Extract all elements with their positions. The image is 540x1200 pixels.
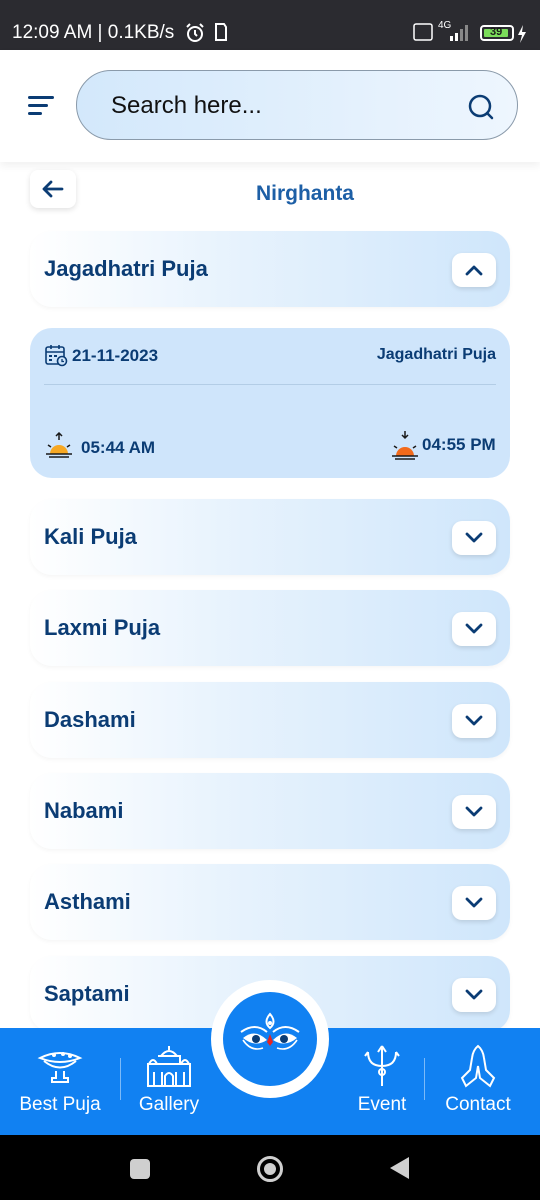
accordion-dashami[interactable]: Dashami bbox=[30, 682, 510, 758]
nav-contact[interactable]: Contact bbox=[430, 1028, 526, 1135]
nav-divider bbox=[424, 1058, 425, 1100]
sunrise-icon bbox=[44, 431, 74, 463]
search-bar[interactable] bbox=[76, 70, 518, 140]
menu-icon[interactable] bbox=[28, 96, 54, 118]
chevron-down-icon bbox=[465, 897, 483, 908]
nav-gallery[interactable]: Gallery bbox=[124, 1028, 214, 1135]
sunrise-time: 05:44 AM bbox=[81, 438, 156, 457]
nav-best-puja-label: Best Puja bbox=[19, 1094, 101, 1115]
trishul-icon bbox=[364, 1045, 400, 1086]
battery-level: 39 bbox=[490, 26, 503, 38]
recent-apps-icon[interactable] bbox=[130, 1159, 150, 1179]
status-time: 12:09 AM | 0.1KB/s bbox=[12, 22, 175, 43]
puja-detail-card: 21-11-2023 Jagadhatri Puja 05:44 AM 04:5… bbox=[30, 328, 510, 478]
sunset-icon bbox=[390, 430, 420, 465]
search-icon[interactable] bbox=[467, 93, 495, 121]
accordion-label: Saptami bbox=[44, 981, 130, 1006]
expand-button[interactable] bbox=[452, 795, 496, 829]
page-title: Nirghanta bbox=[255, 182, 354, 205]
status-bar: 12:09 AM | 0.1KB/s 4G 39 bbox=[0, 0, 540, 50]
home-icon[interactable] bbox=[257, 1156, 283, 1182]
temple-icon bbox=[147, 1046, 191, 1087]
chevron-down-icon bbox=[465, 532, 483, 543]
alarm-icon bbox=[184, 22, 206, 49]
nav-divider bbox=[120, 1058, 121, 1100]
nav-contact-label: Contact bbox=[445, 1094, 511, 1115]
accordion-label: Laxmi Puja bbox=[44, 615, 161, 640]
accordion-kali-puja[interactable]: Kali Puja bbox=[30, 499, 510, 575]
namaste-icon bbox=[460, 1044, 496, 1088]
accordion-label: Jagadhatri Puja bbox=[44, 256, 208, 281]
puja-date: 21-11-2023 bbox=[72, 346, 159, 365]
accordion-nabami[interactable]: Nabami bbox=[30, 773, 510, 849]
accordion-jagadhatri-puja[interactable]: Jagadhatri Puja bbox=[30, 231, 510, 307]
accordion-label: Dashami bbox=[44, 707, 136, 732]
nav-event-label: Event bbox=[357, 1094, 407, 1115]
accordion-label: Kali Puja bbox=[44, 524, 137, 549]
charging-icon bbox=[517, 25, 527, 48]
expand-button[interactable] bbox=[452, 521, 496, 555]
chevron-down-icon bbox=[465, 989, 483, 1000]
expand-button[interactable] bbox=[452, 704, 496, 738]
accordion-laxmi-puja[interactable]: Laxmi Puja bbox=[30, 590, 510, 666]
nav-best-puja[interactable]: Best Puja bbox=[10, 1028, 110, 1135]
sim-icon bbox=[214, 22, 228, 47]
sunset-time: 04:55 PM bbox=[422, 435, 496, 454]
chevron-down-icon bbox=[465, 623, 483, 634]
chevron-down-icon bbox=[465, 715, 483, 726]
chevron-down-icon bbox=[465, 806, 483, 817]
accordion-label: Asthami bbox=[44, 889, 131, 914]
expand-button[interactable] bbox=[452, 886, 496, 920]
divider bbox=[44, 384, 496, 385]
battery-icon: 39 bbox=[480, 25, 514, 41]
back-icon[interactable] bbox=[390, 1157, 409, 1179]
chevron-up-icon bbox=[465, 265, 483, 276]
collapse-button[interactable] bbox=[452, 253, 496, 287]
accordion-label: Nabami bbox=[44, 798, 124, 823]
durga-eyes-icon bbox=[240, 1012, 300, 1050]
expand-button[interactable] bbox=[452, 612, 496, 646]
puja-name: Jagadhatri Puja bbox=[376, 346, 496, 363]
signal-icon bbox=[438, 24, 472, 47]
search-input[interactable] bbox=[111, 89, 451, 123]
volte-icon bbox=[413, 23, 433, 46]
system-navigation-bar bbox=[0, 1135, 540, 1200]
calendar-icon bbox=[44, 343, 68, 372]
nav-gallery-label: Gallery bbox=[138, 1094, 200, 1115]
app-header bbox=[0, 50, 540, 162]
expand-button[interactable] bbox=[452, 978, 496, 1012]
nav-event[interactable]: Event bbox=[342, 1028, 422, 1135]
puja-thali-icon bbox=[37, 1052, 83, 1083]
home-logo-button[interactable] bbox=[211, 980, 329, 1098]
accordion-asthami[interactable]: Asthami bbox=[30, 864, 510, 940]
